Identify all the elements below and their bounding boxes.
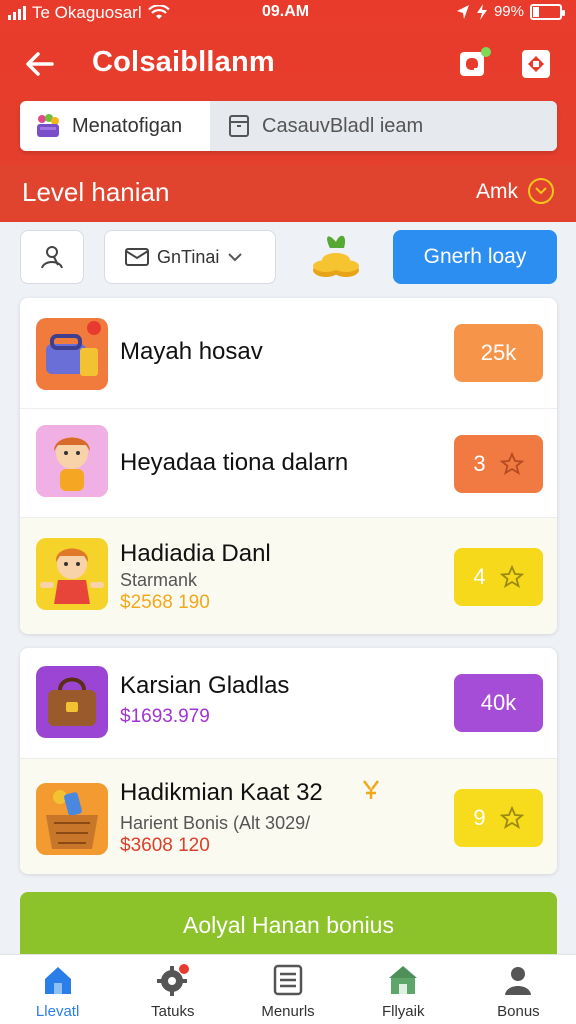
nav-item-bonus[interactable]: Bonus (461, 955, 576, 1024)
badge-label: 40k (480, 690, 517, 715)
item-thumbnail (36, 425, 108, 497)
item-title: Heyadaa tiona dalarn (120, 449, 349, 476)
status-right: 99% (456, 3, 565, 20)
status-bar: Te Okaguosarl 09.AM 99% (0, 0, 576, 28)
level-right-label[interactable]: Amk (476, 180, 518, 204)
nav-label: Llevatl (35, 1003, 80, 1020)
bottom-nav: Llevatl Tatuks Menurls Fllyaik Bonus (0, 954, 576, 1024)
sparkle-icon (363, 780, 379, 799)
item-subtitle: Harient Bonis (Alt 3029/ (120, 813, 311, 833)
primary-action-button[interactable]: Gnerh loay (393, 230, 557, 284)
item-card: Karsian Gladlas $1693.979 40k Hadikmian … (20, 648, 557, 874)
top-bar: Colsaibllanm (0, 40, 576, 88)
status-time: 09.AM (262, 3, 310, 20)
carrier-name: Te Okaguosarl (32, 3, 142, 22)
nav-item-tasks[interactable]: Tatuks (115, 955, 230, 1024)
basket-icon (46, 790, 98, 849)
badge-label: 4 (473, 564, 486, 589)
battery-percent: 99% (493, 3, 524, 20)
apply-bonus-button[interactable]: Aolyal Hanan bonius (20, 892, 557, 958)
wifi-icon (147, 5, 170, 19)
item-price: $1693.979 (120, 706, 210, 727)
item-title: Hadiadia Danl (120, 540, 271, 567)
item-price: $3608 120 (120, 835, 210, 856)
home-icon (44, 967, 71, 994)
item-thumbnail (36, 666, 108, 738)
search-category[interactable]: Menatofigan (20, 101, 210, 151)
badge-label: 25k (480, 340, 517, 365)
list-item[interactable]: Hadikmian Kaat 32 Harient Bonis (Alt 302… (20, 759, 557, 874)
list-item[interactable]: Heyadaa tiona dalarn 3 (20, 409, 557, 517)
nav-label: Menurls (261, 1003, 315, 1020)
item-title: Hadikmian Kaat 32 (120, 779, 323, 806)
back-arrow-icon[interactable] (22, 46, 58, 82)
star-icon (499, 565, 524, 588)
nav-item-menus[interactable]: Menurls (230, 955, 345, 1024)
chevron-down-icon[interactable] (528, 178, 554, 204)
list-item[interactable]: Hadiadia Danl Starmank $2568 190 4 (20, 518, 557, 634)
sort-label: GnTinai (157, 246, 220, 267)
star-icon (499, 806, 524, 829)
item-subtitle: Starmank (120, 570, 198, 590)
item-card: Mayah hosav 25k Heyadaa tiona dalarn 3 H… (20, 298, 557, 634)
item-badge[interactable]: 9 (454, 789, 543, 847)
list-item[interactable]: Karsian Gladlas $1693.979 40k (20, 648, 557, 758)
list-item[interactable]: Mayah hosav 25k (20, 298, 557, 408)
character-icon (36, 425, 108, 497)
store-icon (389, 966, 418, 994)
app-header: Te Okaguosarl 09.AM 99% Colsaibllanm Men… (0, 0, 576, 222)
user-icon (505, 967, 532, 995)
menu-list-icon (273, 964, 303, 996)
item-title: Mayah hosav (120, 338, 263, 365)
filter-row: GnTinai Gnerh loay (0, 228, 576, 288)
bolt-icon (476, 3, 487, 20)
page-title: Colsaibllanm (92, 46, 275, 78)
coins-icon (313, 235, 359, 277)
level-title: Level hanian (22, 177, 170, 207)
nav-label: Tatuks (151, 1003, 195, 1020)
qr-scan-icon[interactable] (456, 46, 492, 82)
bag-icon (46, 321, 101, 376)
signal-icon (8, 6, 26, 20)
gift-box-icon[interactable] (518, 46, 554, 82)
item-title: Karsian Gladlas (120, 672, 290, 699)
cabinet-icon (229, 115, 249, 137)
level-row: Level hanian Amk (0, 165, 576, 219)
status-left: Te Okaguosarl (8, 3, 170, 23)
item-badge[interactable]: 40k (454, 674, 543, 732)
search-left-label: Menatofigan (72, 114, 183, 137)
sort-select[interactable]: GnTinai (104, 230, 276, 284)
search-bar[interactable]: Menatofigan CasauvBladl ieam (20, 101, 557, 151)
character-icon (40, 548, 104, 604)
nav-item-store[interactable]: Fllyaik (346, 955, 461, 1024)
item-badge[interactable]: 4 (454, 548, 543, 606)
nav-label: Bonus (497, 1003, 540, 1020)
user-outline-icon (41, 246, 63, 269)
item-thumbnail (36, 318, 108, 390)
search-right-label: CasauvBladl ieam (262, 114, 424, 137)
handbag-icon (48, 677, 96, 726)
search-field[interactable]: CasauvBladl ieam (210, 101, 557, 151)
battery-icon (530, 3, 565, 20)
item-thumbnail (36, 783, 108, 855)
item-price: $2568 190 (120, 592, 210, 613)
gear-icon (156, 964, 189, 996)
user-filter-button[interactable] (20, 230, 84, 284)
chevron-down-icon (228, 253, 243, 262)
basket-icon (37, 114, 59, 137)
item-badge[interactable]: 3 (454, 435, 543, 493)
location-icon (456, 4, 469, 19)
star-icon (499, 452, 524, 475)
item-thumbnail (36, 538, 108, 610)
badge-label: 3 (473, 451, 486, 476)
mail-icon (125, 248, 149, 266)
item-badge[interactable]: 25k (454, 324, 543, 382)
badge-label: 9 (473, 805, 486, 830)
nav-item-level[interactable]: Llevatl (0, 955, 115, 1024)
nav-label: Fllyaik (381, 1003, 425, 1020)
